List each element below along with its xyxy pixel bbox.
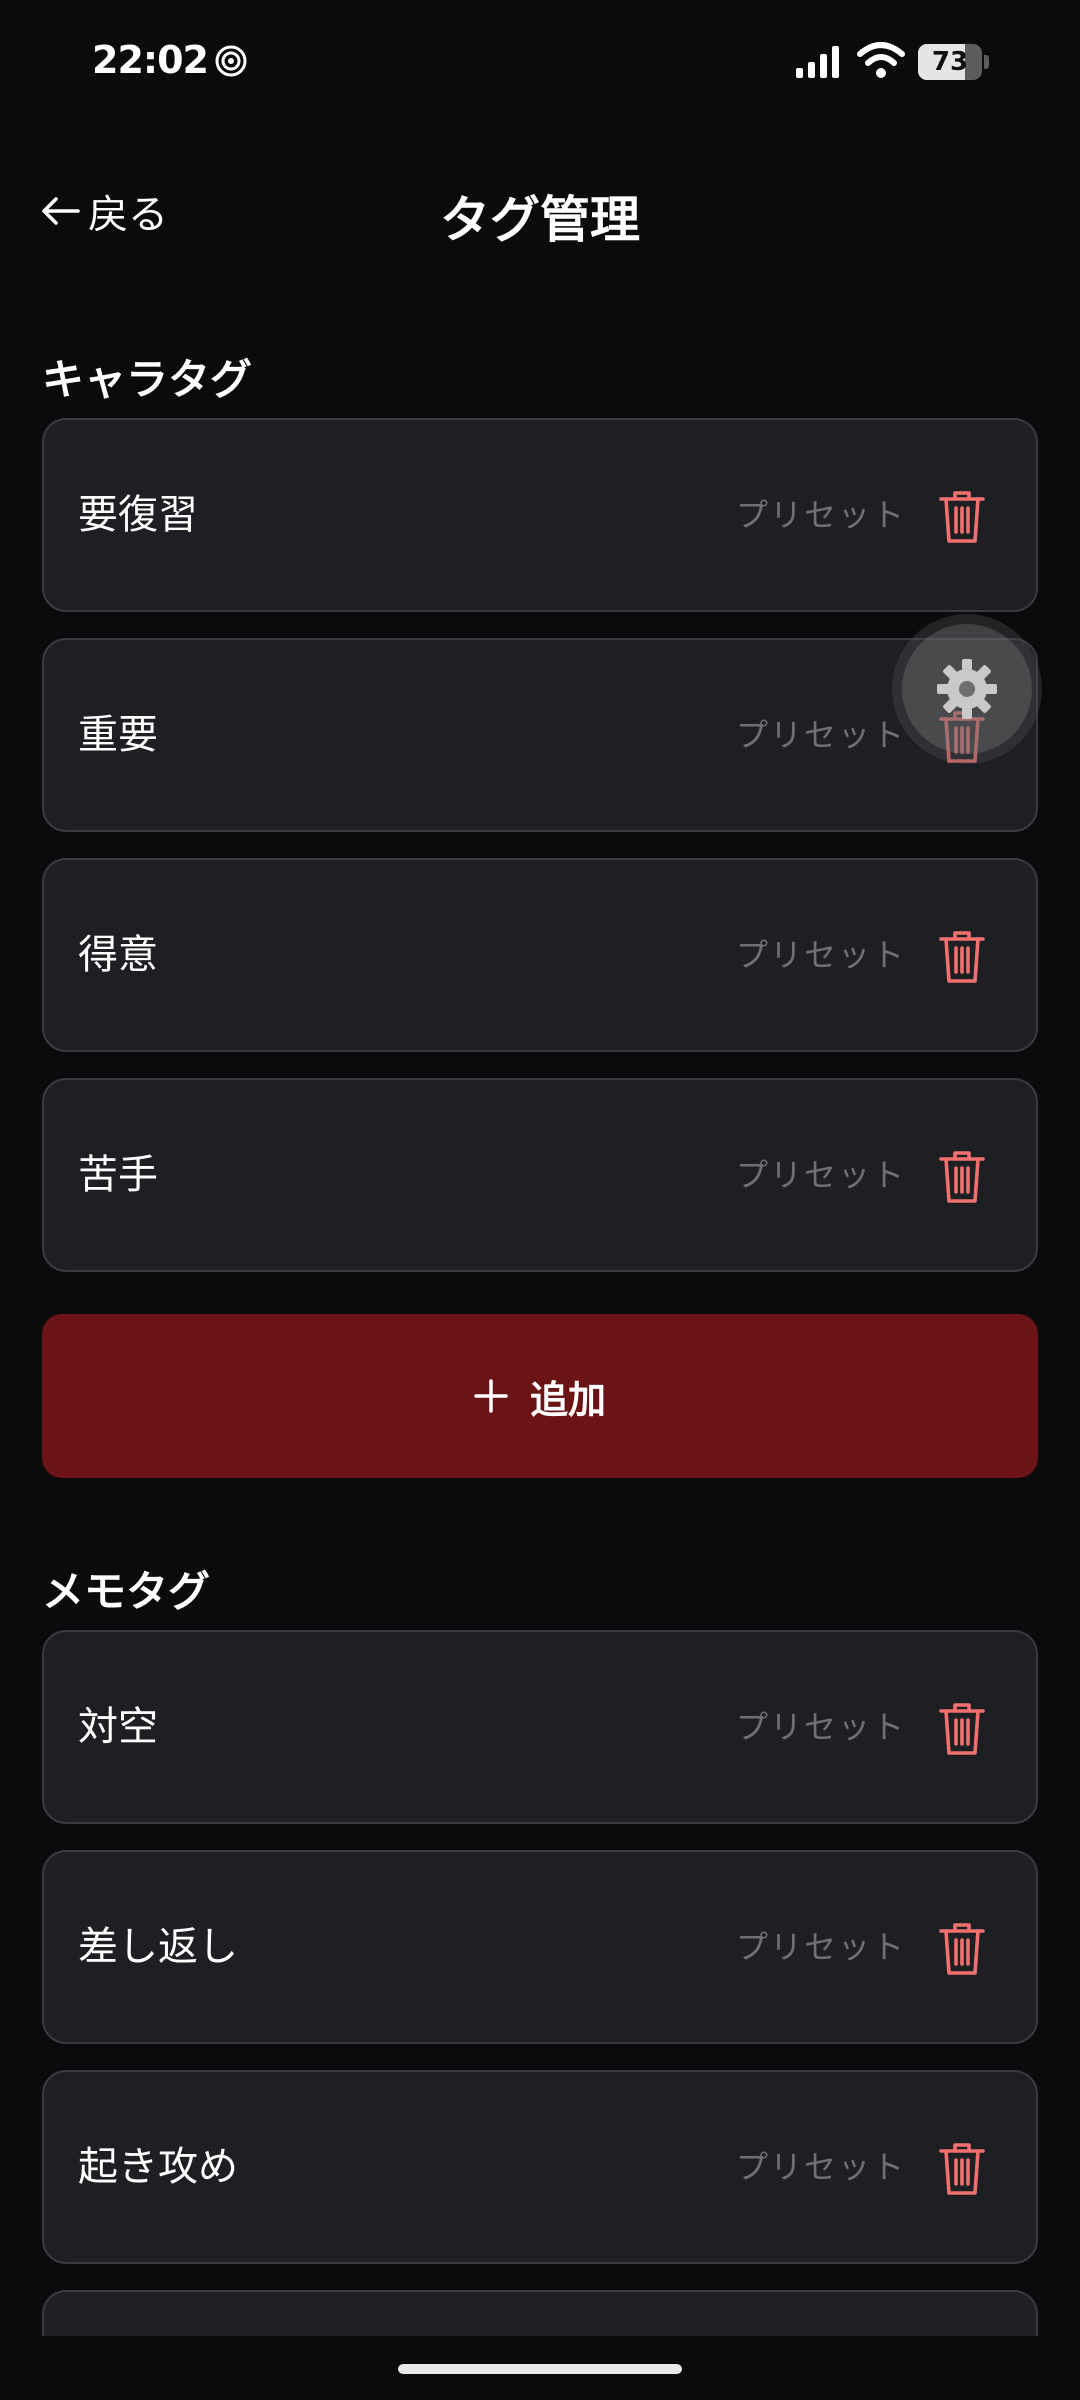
tag-card[interactable]: 要復習 プリセット — [42, 418, 1038, 612]
tag-preset-label: プリセット — [736, 1708, 907, 1746]
trash-icon[interactable] — [937, 1922, 987, 1976]
trash-icon[interactable] — [937, 1150, 987, 1204]
app-spiral-icon — [215, 45, 247, 77]
tag-name: 起き攻め — [78, 2144, 238, 2190]
tag-card[interactable]: 差し返し プリセット — [42, 1850, 1038, 2044]
gear-icon — [937, 659, 997, 719]
tag-name: 差し返し — [78, 1924, 238, 1970]
plus-icon — [474, 1379, 508, 1413]
tag-card[interactable]: 対空 プリセット — [42, 1630, 1038, 1824]
tag-preset-label: プリセット — [736, 1156, 907, 1194]
tag-preset-label: プリセット — [736, 1928, 907, 1966]
tag-preset-label: プリセット — [736, 936, 907, 974]
tag-name: 重要 — [78, 712, 158, 758]
signal-icon — [796, 46, 839, 78]
add-label: 追加 — [529, 1377, 606, 1422]
tag-card[interactable]: 起き攻め プリセット — [42, 2070, 1038, 2264]
add-tag-button[interactable]: 追加 — [42, 1314, 1038, 1478]
section-title-memo-tags: メモタグ — [42, 1567, 211, 1616]
tag-name: 対空 — [78, 1704, 158, 1750]
tag-preset-label: プリセット — [736, 716, 907, 754]
status-time: 22:02 — [92, 38, 209, 82]
tag-preset-label: プリセット — [736, 496, 907, 534]
battery-icon: 73 — [918, 44, 989, 80]
tag-card[interactable]: 重要 プリセット — [42, 638, 1038, 832]
tag-name: 要復習 — [78, 492, 198, 538]
status-bar: 22:02 73 — [0, 0, 1080, 120]
tag-card[interactable]: 苦手 プリセット — [42, 1078, 1038, 1272]
tag-name: 苦手 — [78, 1152, 158, 1198]
battery-level: 73 — [931, 47, 969, 77]
trash-icon[interactable] — [937, 930, 987, 984]
page-title: タグ管理 — [440, 191, 640, 249]
trash-icon[interactable] — [937, 1702, 987, 1756]
tag-card[interactable]: 得意 プリセット — [42, 858, 1038, 1052]
section-title-chara-tags: キャラタグ — [42, 355, 253, 404]
trash-icon[interactable] — [937, 2142, 987, 2196]
home-indicator[interactable] — [398, 2364, 682, 2374]
header: 戻る タグ管理 — [0, 160, 1080, 260]
wifi-icon — [857, 42, 905, 78]
trash-icon[interactable] — [937, 490, 987, 544]
tag-preset-label: プリセット — [736, 2148, 907, 2186]
settings-floating-button[interactable] — [902, 624, 1032, 754]
tag-name: 得意 — [78, 932, 158, 978]
